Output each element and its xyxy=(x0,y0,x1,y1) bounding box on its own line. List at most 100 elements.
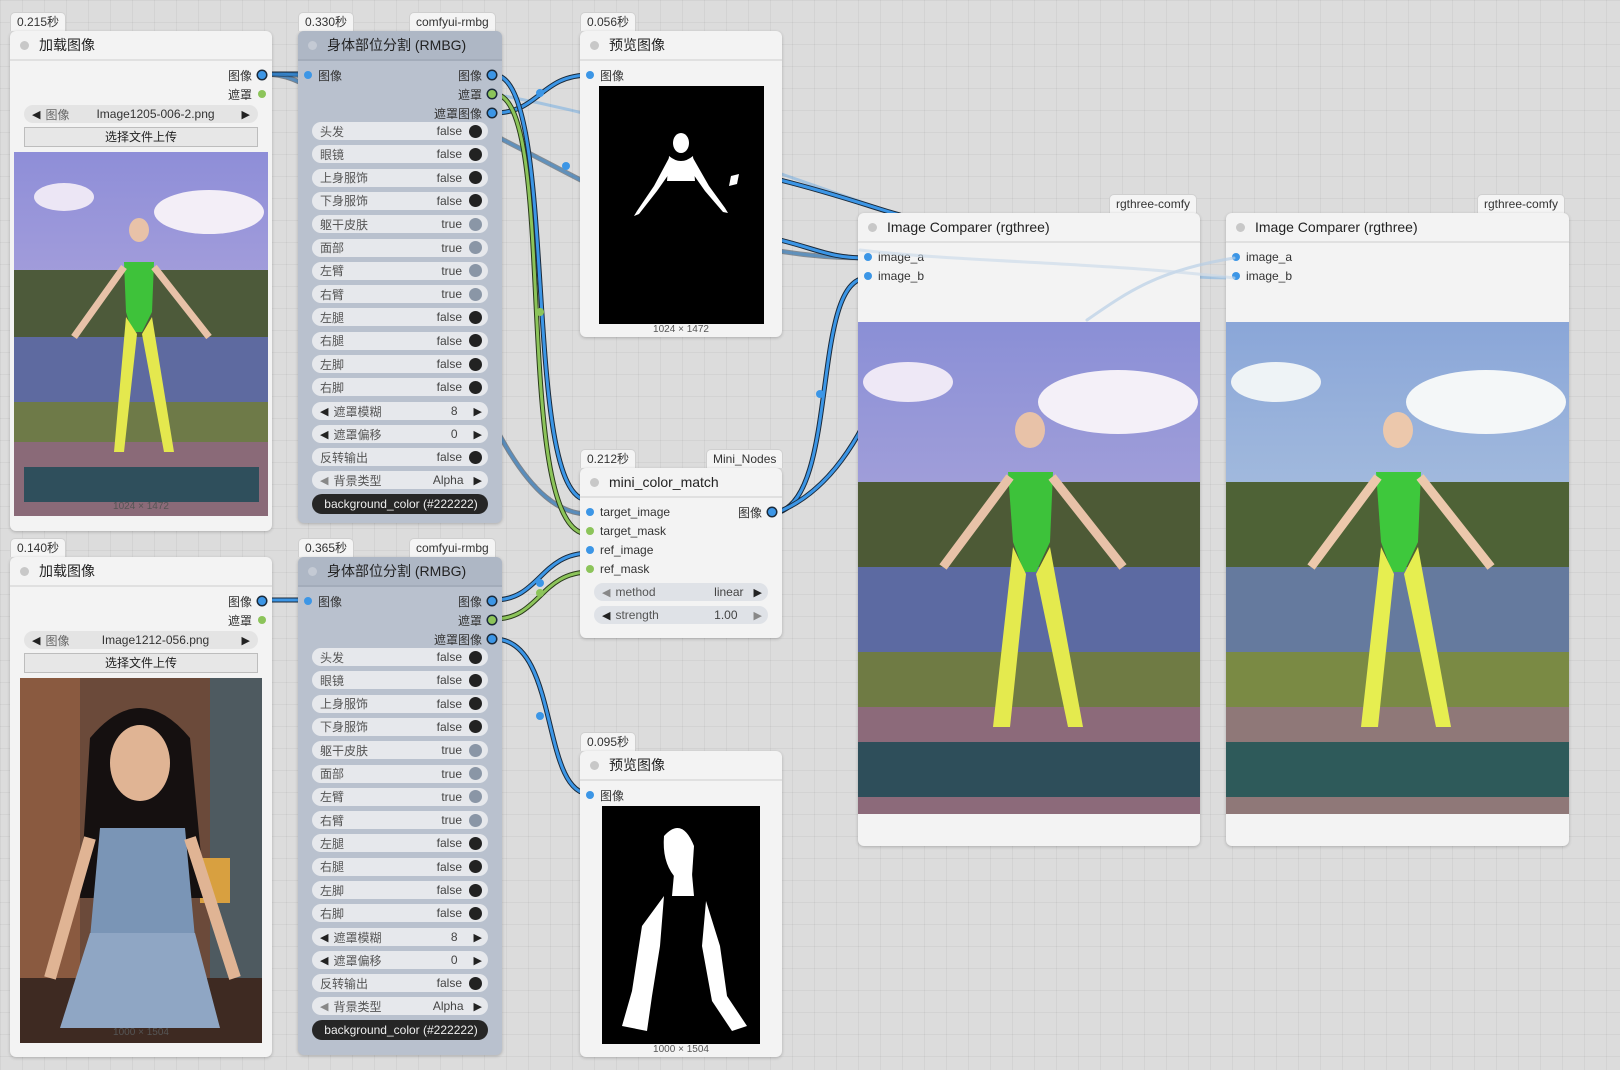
input-pin[interactable] xyxy=(586,527,594,535)
input-pin[interactable] xyxy=(1232,253,1240,261)
output-pin[interactable] xyxy=(488,616,496,624)
part-toggle[interactable]: 右脚 false xyxy=(312,378,488,397)
part-toggle[interactable]: 面部 true xyxy=(312,764,488,783)
arrow-right-icon[interactable]: ▶ xyxy=(754,609,762,622)
mask-blur-number[interactable]: ◀ 遮罩模糊 8 ▶ xyxy=(312,402,488,420)
collapse-dot[interactable] xyxy=(590,40,599,50)
part-toggle[interactable]: 躯干皮肤 true xyxy=(312,215,488,234)
output-pin[interactable] xyxy=(488,109,496,117)
load2-title-bar[interactable]: 加载图像 xyxy=(10,557,272,587)
arrow-left-icon[interactable]: ◀ xyxy=(602,609,610,622)
part-toggle[interactable]: 左脚 false xyxy=(312,881,488,899)
background-type-combo[interactable]: ◀ 背景类型 Alpha ▶ xyxy=(312,471,488,489)
part-toggle[interactable]: 右腿 false xyxy=(312,331,488,350)
invert-output-toggle[interactable]: 反转输出 false xyxy=(312,448,488,466)
input-image-slot[interactable]: 图像 xyxy=(580,787,624,803)
output-image-slot[interactable]: 图像 xyxy=(458,593,502,609)
load1-title-bar[interactable]: 加载图像 xyxy=(10,31,272,61)
arrow-left-icon[interactable]: ◀ xyxy=(602,586,610,599)
mini-color-match-node[interactable]: mini_color_match target_image target_mas… xyxy=(580,468,782,638)
input-target-mask-slot[interactable]: target_mask xyxy=(580,523,666,539)
image-comparer-node-1[interactable]: Image Comparer (rgthree) image_a image_b xyxy=(858,213,1200,846)
background-color-button[interactable]: background_color (#222222) xyxy=(312,494,488,514)
part-toggle[interactable]: 头发 false xyxy=(312,122,488,140)
part-toggle[interactable]: 左腿 false xyxy=(312,308,488,327)
arrow-left-icon[interactable]: ◀ xyxy=(320,405,328,418)
background-color-button[interactable]: background_color (#222222) xyxy=(312,1020,488,1040)
input-image-a-slot[interactable]: image_a xyxy=(858,249,924,265)
input-image-b-slot[interactable]: image_b xyxy=(1226,268,1292,284)
upload-button[interactable]: 选择文件上传 xyxy=(24,127,258,147)
rmbg1-title-bar[interactable]: 身体部位分割 (RMBG) xyxy=(298,31,502,61)
input-ref-image-slot[interactable]: ref_image xyxy=(580,542,653,558)
image-file-combo[interactable]: ◀ 图像 Image1212-056.png ▶ xyxy=(24,631,258,649)
input-pin[interactable] xyxy=(864,272,872,280)
arrow-left-icon[interactable]: ◀ xyxy=(320,428,328,441)
arrow-right-icon[interactable]: ▶ xyxy=(474,428,482,441)
output-pin[interactable] xyxy=(258,597,266,605)
output-pin[interactable] xyxy=(488,635,496,643)
input-image-a-slot[interactable]: image_a xyxy=(1226,249,1292,265)
rmbg2-title-bar[interactable]: 身体部位分割 (RMBG) xyxy=(298,557,502,587)
arrow-left-icon[interactable]: ◀ xyxy=(32,108,40,121)
input-target-image-slot[interactable]: target_image xyxy=(580,504,670,520)
mask-offset-number[interactable]: ◀ 遮罩偏移 0 ▶ xyxy=(312,951,488,969)
arrow-right-icon[interactable]: ▶ xyxy=(474,474,482,487)
part-toggle[interactable]: 左臂 true xyxy=(312,787,488,806)
input-pin[interactable] xyxy=(304,71,312,79)
collapse-dot[interactable] xyxy=(1236,222,1245,232)
arrow-right-icon[interactable]: ▶ xyxy=(474,1000,482,1013)
arrow-right-icon[interactable]: ▶ xyxy=(474,405,482,418)
arrow-right-icon[interactable]: ▶ xyxy=(474,931,482,944)
input-image-b-slot[interactable]: image_b xyxy=(858,268,924,284)
arrow-left-icon[interactable]: ◀ xyxy=(320,1000,328,1013)
image-file-combo[interactable]: ◀ 图像 Image1205-006-2.png ▶ xyxy=(24,105,258,123)
collapse-dot[interactable] xyxy=(308,566,317,576)
output-image-slot[interactable]: 图像 xyxy=(458,67,502,83)
part-toggle[interactable]: 下身服饰 false xyxy=(312,717,488,736)
output-pin[interactable] xyxy=(258,71,266,79)
output-mask-slot[interactable]: 遮罩 xyxy=(228,612,272,628)
mask-offset-number[interactable]: ◀ 遮罩偏移 0 ▶ xyxy=(312,425,488,443)
arrow-left-icon[interactable]: ◀ xyxy=(320,954,328,967)
input-pin[interactable] xyxy=(586,791,594,799)
arrow-right-icon[interactable]: ▶ xyxy=(474,954,482,967)
part-toggle[interactable]: 眼镜 false xyxy=(312,671,488,690)
output-image-slot[interactable]: 图像 xyxy=(228,593,272,609)
part-toggle[interactable]: 左腿 false xyxy=(312,834,488,853)
collapse-dot[interactable] xyxy=(868,222,877,232)
mask-blur-number[interactable]: ◀ 遮罩模糊 8 ▶ xyxy=(312,928,488,946)
comparison-image[interactable] xyxy=(1226,322,1569,814)
input-image-slot[interactable]: 图像 xyxy=(298,593,342,609)
arrow-left-icon[interactable]: ◀ xyxy=(32,634,40,647)
background-type-combo[interactable]: ◀ 背景类型 Alpha ▶ xyxy=(312,997,488,1015)
part-toggle[interactable]: 右臂 true xyxy=(312,811,488,830)
input-ref-mask-slot[interactable]: ref_mask xyxy=(580,561,649,577)
output-pin[interactable] xyxy=(488,90,496,98)
collapse-dot[interactable] xyxy=(590,477,599,487)
part-toggle[interactable]: 右臂 true xyxy=(312,285,488,304)
strength-number[interactable]: ◀ strength 1.00 ▶ xyxy=(594,606,768,624)
preview2-title-bar[interactable]: 预览图像 xyxy=(580,751,782,781)
output-pin[interactable] xyxy=(488,71,496,79)
comparison-image[interactable] xyxy=(858,322,1200,814)
output-mask-slot[interactable]: 遮罩 xyxy=(458,612,502,628)
output-image-slot[interactable]: 图像 xyxy=(738,504,782,520)
method-combo[interactable]: ◀ method linear ▶ xyxy=(594,583,768,601)
output-pin[interactable] xyxy=(768,508,776,516)
part-toggle[interactable]: 头发 false xyxy=(312,648,488,666)
input-pin[interactable] xyxy=(304,597,312,605)
output-pin[interactable] xyxy=(258,90,266,98)
input-pin[interactable] xyxy=(586,71,594,79)
arrow-right-icon[interactable]: ▶ xyxy=(242,108,250,121)
output-mask-image-slot[interactable]: 遮罩图像 xyxy=(434,631,502,647)
image-comparer-node-2[interactable]: Image Comparer (rgthree) image_a image_b xyxy=(1226,213,1569,846)
output-mask-image-slot[interactable]: 遮罩图像 xyxy=(434,105,502,121)
part-toggle[interactable]: 上身服饰 false xyxy=(312,168,488,187)
body-segment-rmbg-node-2[interactable]: 身体部位分割 (RMBG) 图像 图像 遮罩 遮罩图像 头发 false 眼镜 fal… xyxy=(298,557,502,1055)
part-toggle[interactable]: 右脚 false xyxy=(312,904,488,923)
preview-image-node-2[interactable]: 预览图像 图像 1000 × 1504 xyxy=(580,751,782,1057)
part-toggle[interactable]: 右腿 false xyxy=(312,857,488,876)
input-pin[interactable] xyxy=(586,565,594,573)
invert-output-toggle[interactable]: 反转输出 false xyxy=(312,974,488,992)
